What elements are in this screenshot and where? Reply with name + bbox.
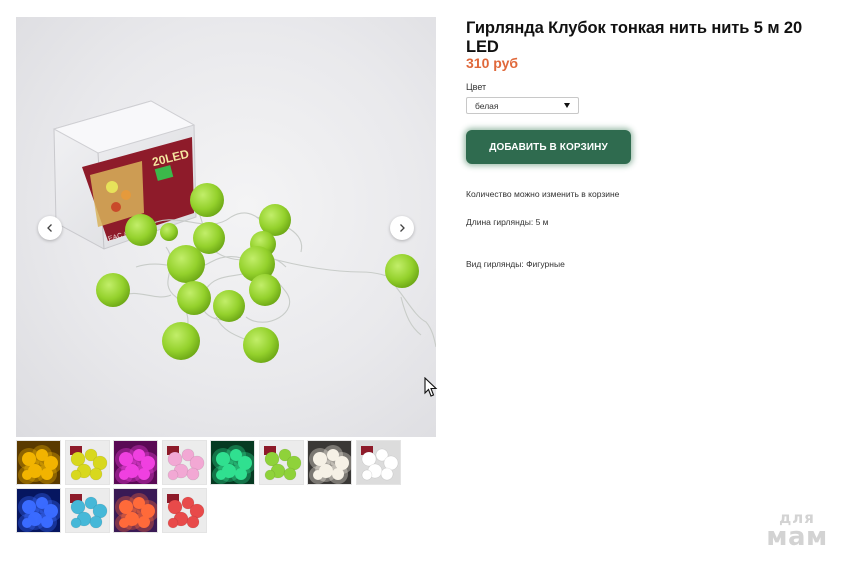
product-title: Гирлянда Клубок тонкая нить нить 5 м 20 …	[466, 19, 803, 56]
thumb-green-lit[interactable]	[210, 440, 255, 485]
chevron-left-icon	[47, 224, 52, 232]
color-select[interactable]: белая	[466, 97, 579, 114]
thumb-white[interactable]	[355, 440, 401, 485]
add-to-cart-button[interactable]: ДОБАВИТЬ В КОРЗИНУ	[466, 130, 631, 164]
thumb-pink[interactable]	[161, 440, 207, 485]
chevron-right-icon	[400, 224, 405, 232]
thumb-multicolor[interactable]	[161, 488, 207, 533]
product-price: 310 руб	[466, 55, 519, 71]
main-product-image: 20LED EAC ©	[16, 17, 436, 437]
thumb-pink-lit[interactable]	[113, 440, 158, 485]
garland-kind: Вид гирлянды: Фигурные	[466, 259, 565, 269]
thumb-multicolor-lit[interactable]	[113, 488, 158, 533]
thumb-yellow[interactable]	[64, 440, 110, 485]
thumb-blue[interactable]	[64, 488, 110, 533]
thumb-white-lit[interactable]	[307, 440, 352, 485]
thumb-yellow-lit[interactable]	[16, 440, 61, 485]
watermark-logo: для мам	[766, 509, 828, 552]
color-select-value: белая	[475, 101, 499, 111]
garland-photo: 20LED EAC ©	[52, 100, 436, 363]
gallery-prev-button[interactable]	[38, 216, 62, 240]
thumb-green[interactable]	[258, 440, 304, 485]
color-label: Цвет	[466, 82, 487, 92]
gallery-next-button[interactable]	[390, 216, 414, 240]
mouse-pointer-icon	[424, 377, 438, 397]
caret-down-icon	[564, 103, 570, 108]
thumb-blue-lit[interactable]	[16, 488, 61, 533]
quantity-note: Количество можно изменить в корзине	[466, 189, 620, 199]
garland-length: Длина гирлянды: 5 м	[466, 217, 549, 227]
